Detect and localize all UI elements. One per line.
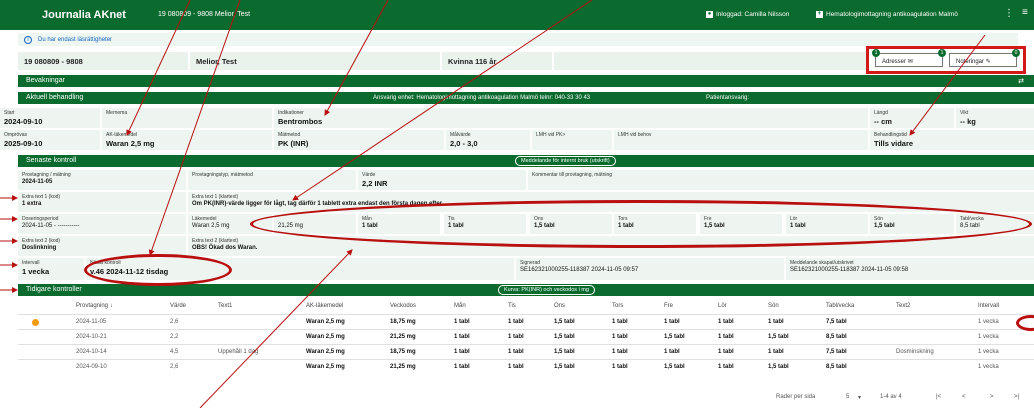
- arrow-behandlingstid: [909, 34, 986, 136]
- arrow-next-control: [148, 0, 241, 256]
- arrow-indikation: [324, 0, 389, 116]
- arrow-ak-lakemedel: [126, 0, 191, 136]
- arrow-dosage: [292, 0, 593, 201]
- annotation-arrows: [0, 0, 986, 408]
- arrow-bottom: [199, 249, 353, 408]
